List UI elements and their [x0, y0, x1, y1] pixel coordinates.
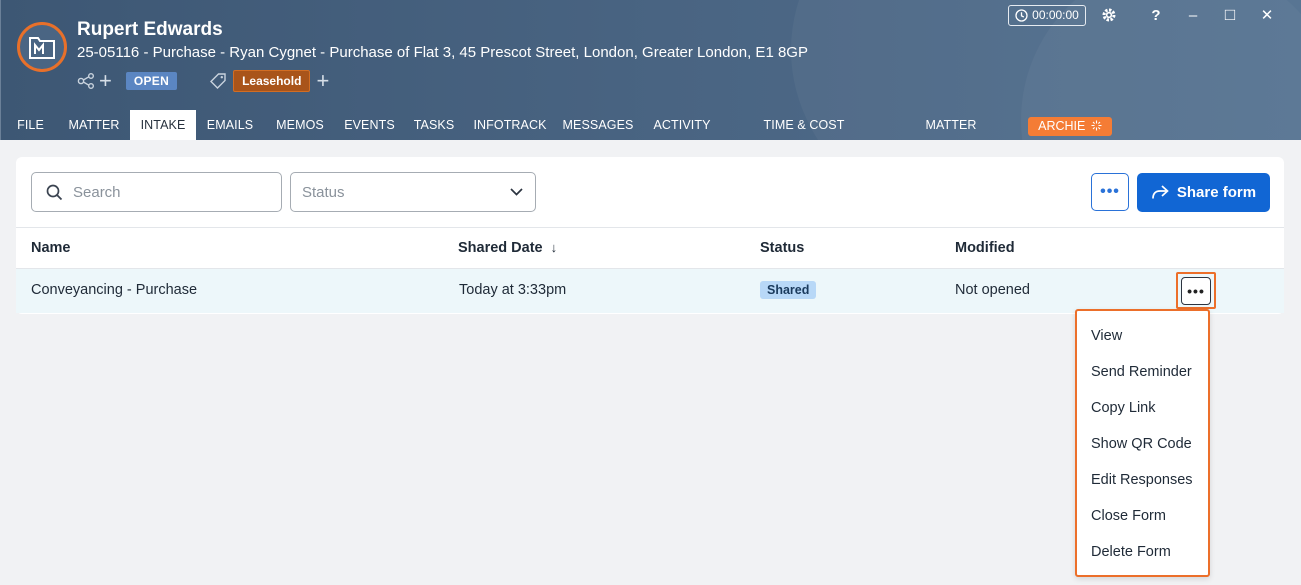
tab-messages[interactable]: MESSAGES — [561, 110, 635, 140]
menu-item-show-qr-code[interactable]: Show QR Code — [1077, 427, 1208, 463]
search-icon — [46, 184, 63, 200]
tab-emails[interactable]: EMAILS — [202, 110, 258, 140]
shared-date-cell: Today at 3:33pm — [459, 282, 567, 298]
share-tree-icon[interactable] — [77, 73, 95, 89]
maximize-icon[interactable]: □ — [1219, 4, 1241, 26]
status-badge-shared: Shared — [760, 281, 817, 299]
column-header-status[interactable]: Status — [760, 240, 804, 256]
clock-icon — [1015, 8, 1028, 22]
tab-tasks[interactable]: TASKS — [410, 110, 458, 140]
modified-cell: Not opened — [955, 282, 1030, 298]
tab-events[interactable]: EVENTS — [341, 110, 398, 140]
tab-infotrack[interactable]: INFOTRACK — [471, 110, 549, 140]
tab-time-cost-recoveries[interactable]: TIME & COST RECOVERIES — [727, 110, 881, 140]
share-arrow-icon — [1152, 185, 1169, 199]
add-share-plus-icon[interactable]: + — [99, 70, 112, 92]
close-icon[interactable]: ✕ — [1256, 4, 1278, 26]
tab-activity[interactable]: ACTIVITY — [649, 110, 715, 140]
status-badge[interactable]: OPEN — [125, 72, 178, 90]
row-actions-button[interactable]: ••• — [1181, 276, 1211, 305]
share-form-button[interactable]: Share form — [1137, 173, 1270, 212]
intake-forms-panel: Status ••• Share form Name Shared Date ↓… — [16, 157, 1284, 314]
timer-value: 00:00:00 — [1032, 8, 1079, 22]
status-filter-placeholder: Status — [302, 183, 345, 201]
tab-matter[interactable]: MATTER — [64, 110, 124, 140]
sort-arrow-down-icon: ↓ — [550, 240, 558, 255]
window-controls: 00:00:00 ? – □ ✕ — [1008, 4, 1278, 26]
share-form-label: Share form — [1176, 184, 1257, 201]
tag-icon — [209, 72, 227, 90]
matter-description: 25-05116 - Purchase - Ryan Cygnet - Purc… — [77, 44, 808, 61]
table-header: Name Shared Date ↓ Status Modified — [16, 227, 1284, 269]
tab-matter-insights[interactable]: MATTER INSIGHTS — [894, 110, 1008, 140]
help-icon[interactable]: ? — [1145, 4, 1167, 26]
add-tag-plus-icon[interactable]: + — [316, 70, 329, 92]
gear-icon[interactable] — [1098, 4, 1120, 26]
tag-badge[interactable]: Leasehold — [233, 70, 311, 92]
menu-item-copy-link[interactable]: Copy Link — [1077, 391, 1208, 427]
time-recording-button[interactable]: 00:00:00 — [1008, 4, 1086, 26]
search-field[interactable] — [31, 172, 282, 212]
column-header-name[interactable]: Name — [31, 240, 71, 256]
column-header-modified[interactable]: Modified — [955, 240, 1015, 256]
tab-archie[interactable]: ARCHIE — [1028, 117, 1112, 136]
matter-folder-icon — [29, 37, 55, 59]
menu-item-edit-responses[interactable]: Edit Responses — [1077, 463, 1208, 499]
matter-meta-row: + OPEN Leasehold + — [77, 70, 329, 92]
minimize-icon[interactable]: – — [1182, 4, 1204, 26]
status-filter-select[interactable]: Status — [290, 172, 536, 212]
client-name: Rupert Edwards — [77, 19, 223, 40]
sparkle-icon — [1091, 120, 1102, 131]
table-row[interactable]: Conveyancing - Purchase Today at 3:33pm … — [16, 269, 1284, 313]
more-options-button[interactable]: ••• — [1091, 173, 1129, 211]
matter-tabs: FILE MATTER INTAKE EMAILS MEMOS EVENTS T… — [1, 110, 1301, 140]
tab-intake[interactable]: INTAKE — [130, 110, 196, 140]
tab-memos[interactable]: MEMOS — [270, 110, 330, 140]
tab-file[interactable]: FILE — [9, 110, 52, 140]
menu-item-delete-form[interactable]: Delete Form — [1077, 535, 1208, 571]
menu-item-close-form[interactable]: Close Form — [1077, 499, 1208, 535]
column-header-shared-date-label: Shared Date — [458, 240, 543, 256]
matter-header: Rupert Edwards 25-05116 - Purchase - Rya… — [0, 0, 1301, 140]
form-name-cell: Conveyancing - Purchase — [31, 282, 198, 298]
column-header-shared-date[interactable]: Shared Date ↓ — [458, 240, 557, 256]
search-input[interactable] — [73, 183, 263, 201]
row-actions-menu: View Send Reminder Copy Link Show QR Cod… — [1075, 309, 1210, 577]
menu-item-send-reminder[interactable]: Send Reminder — [1077, 355, 1208, 391]
chevron-down-icon — [510, 188, 523, 196]
row-actions-highlight: ••• — [1176, 272, 1216, 309]
archie-label: ARCHIE — [1038, 119, 1086, 133]
menu-item-view[interactable]: View — [1077, 319, 1208, 355]
matter-logo-icon[interactable] — [17, 22, 67, 72]
